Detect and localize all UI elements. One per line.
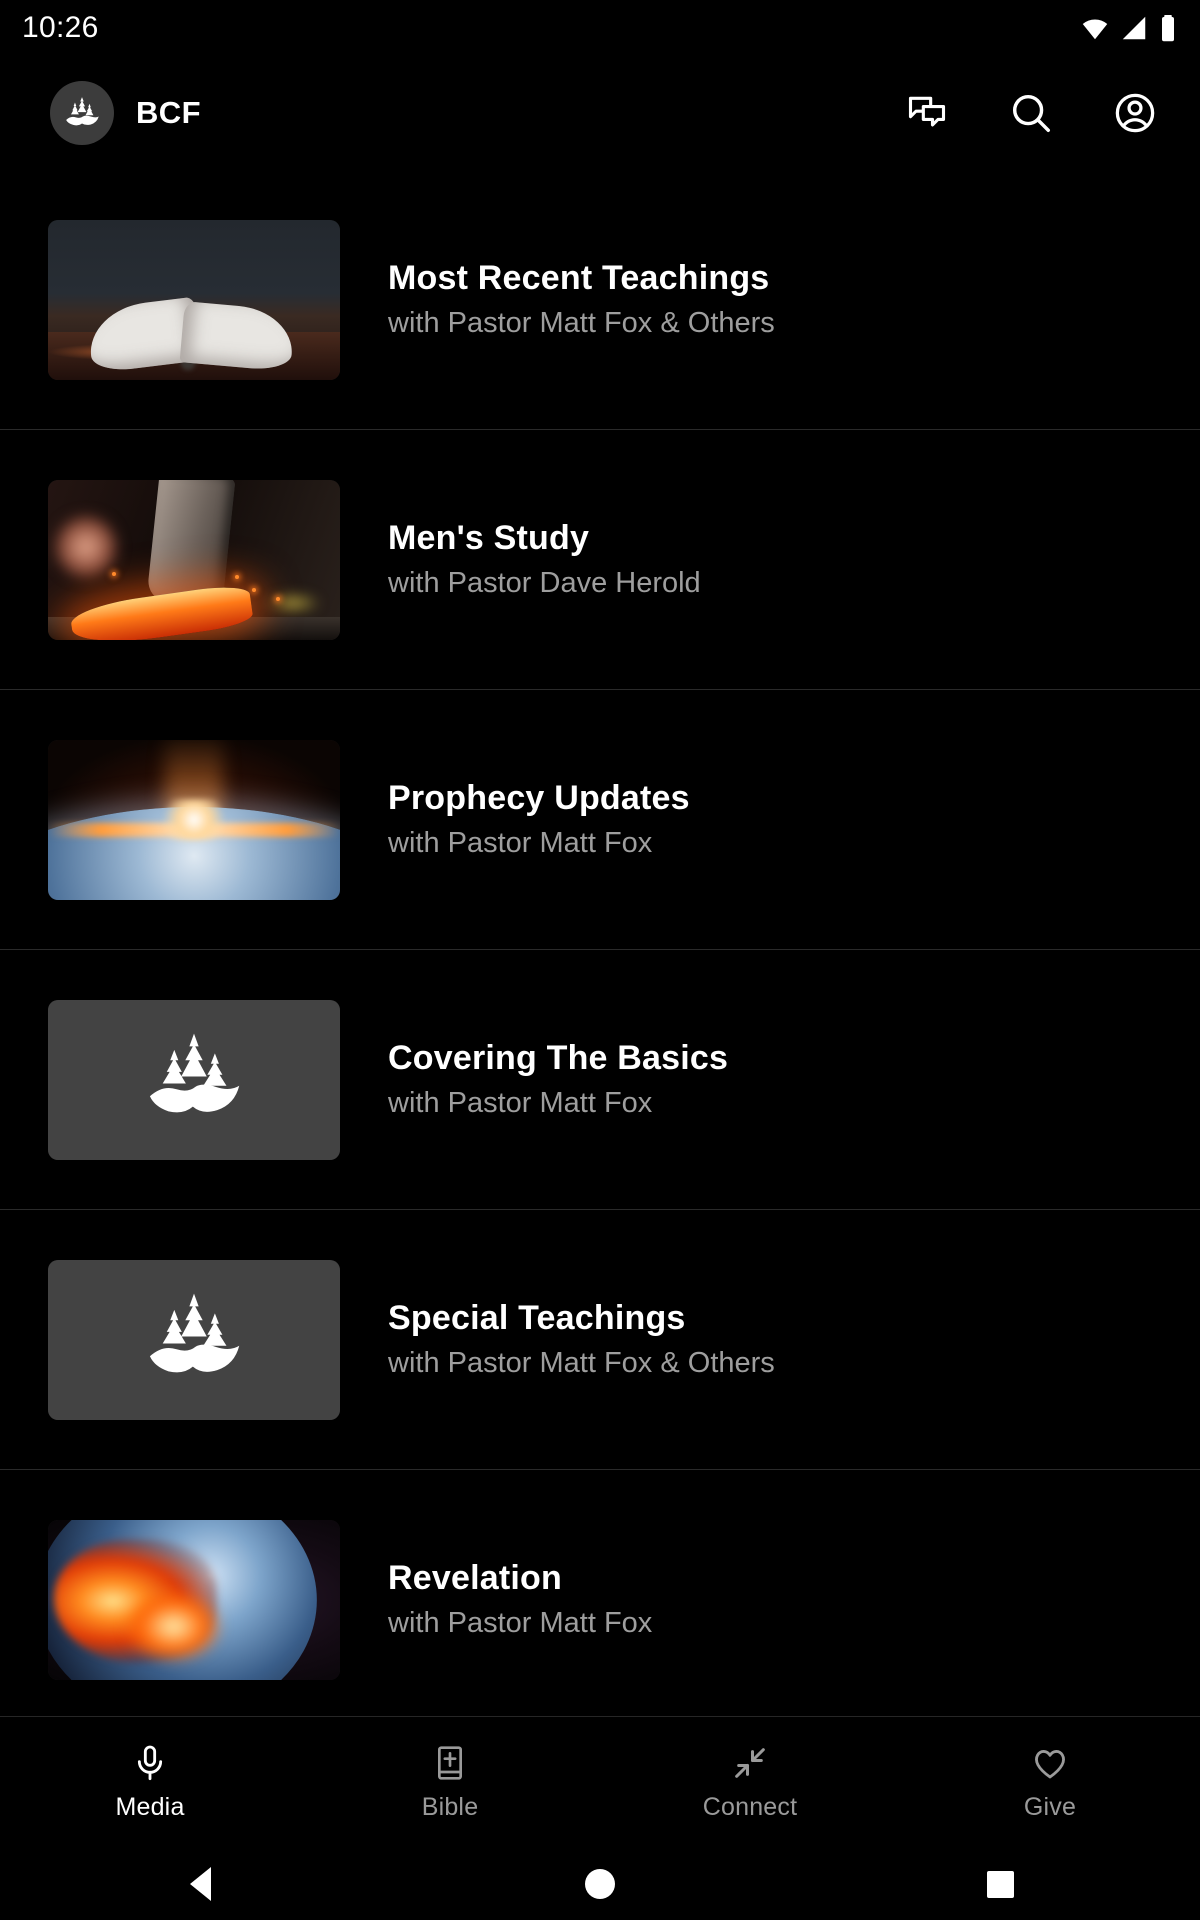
list-item-subtitle: with Pastor Matt Fox	[388, 826, 653, 859]
list-item[interactable]: Special Teachings with Pastor Matt Fox &…	[0, 1210, 1200, 1470]
home-circle-icon[interactable]	[540, 1848, 660, 1920]
messages-icon[interactable]	[896, 82, 958, 144]
nav-tab-label: Connect	[702, 1793, 798, 1821]
nav-tab-give[interactable]: Give	[900, 1743, 1200, 1822]
list-item-text: Men's Study with Pastor Dave Herold	[388, 519, 701, 600]
list-item[interactable]: Men's Study with Pastor Dave Herold	[0, 430, 1200, 690]
status-icons	[1080, 13, 1178, 43]
list-item-text: Covering The Basics with Pastor Matt Fox	[388, 1039, 728, 1120]
bcf-pine-trees-logo-icon	[66, 97, 99, 126]
blacksmith-forge-art	[48, 479, 340, 640]
bible-book-icon	[437, 1746, 463, 1780]
nav-tab-label: Media	[115, 1793, 185, 1821]
app-root: 10:26 BCF Most Recent Teachings with Pas…	[0, 0, 1200, 1920]
list-item-title: Men's Study	[388, 518, 590, 557]
list-item-text: Revelation with Pastor Matt Fox	[388, 1559, 652, 1640]
system-navigation-bar	[0, 1848, 1200, 1920]
nav-tab-media[interactable]: Media	[0, 1743, 300, 1822]
list-item-title: Revelation	[388, 1558, 562, 1597]
list-item-text: Special Teachings with Pastor Matt Fox &…	[388, 1299, 775, 1380]
bcf-pine-trees-logo-icon	[149, 1293, 240, 1372]
brand[interactable]: BCF	[50, 81, 201, 145]
nav-tab-connect[interactable]: Connect	[600, 1743, 900, 1822]
connect-arrows-icon	[735, 1748, 765, 1778]
list-item-text: Prophecy Updates with Pastor Matt Fox	[388, 779, 690, 860]
bcf-logo-thumbnail	[48, 1259, 340, 1420]
battery-icon	[1162, 15, 1174, 42]
list-item-title: Special Teachings	[388, 1298, 686, 1337]
list-item[interactable]: Revelation with Pastor Matt Fox	[0, 1470, 1200, 1706]
list-item-subtitle: with Pastor Matt Fox	[388, 1606, 653, 1639]
search-icon[interactable]	[1000, 82, 1062, 144]
list-item-thumbnail	[48, 219, 340, 380]
account-icon[interactable]	[1104, 82, 1166, 144]
list-item-thumbnail	[48, 999, 340, 1160]
app-bar-actions	[896, 82, 1166, 144]
status-bar: 10:26	[0, 0, 1200, 56]
back-triangle-icon[interactable]	[140, 1848, 260, 1920]
list-item[interactable]: Prophecy Updates with Pastor Matt Fox	[0, 690, 1200, 950]
recents-square-icon[interactable]	[940, 1848, 1060, 1920]
list-item-thumbnail	[48, 1519, 340, 1680]
nav-tab-label: Bible	[421, 1793, 479, 1821]
bcf-logo-thumbnail	[48, 999, 340, 1160]
app-bar: BCF	[0, 56, 1200, 170]
bottom-navigation: Media Bible Connect Give	[0, 1716, 1200, 1848]
list-item-subtitle: with Pastor Matt Fox & Others	[388, 1346, 775, 1379]
list-item-thumbnail	[48, 479, 340, 640]
sunrise-over-earth-art	[48, 739, 340, 900]
heart-icon	[1035, 1750, 1065, 1779]
brand-title: BCF	[136, 95, 201, 130]
open-bible-book-art	[48, 219, 340, 380]
bcf-pine-trees-logo-icon	[149, 1033, 240, 1112]
cellular-signal-icon	[1122, 16, 1146, 40]
wifi-icon	[1082, 19, 1108, 40]
media-list[interactable]: Most Recent Teachings with Pastor Matt F…	[0, 170, 1200, 1706]
list-item[interactable]: Most Recent Teachings with Pastor Matt F…	[0, 170, 1200, 430]
microphone-icon	[137, 1745, 163, 1781]
list-item[interactable]: Covering The Basics with Pastor Matt Fox	[0, 950, 1200, 1210]
list-item-title: Most Recent Teachings	[388, 258, 770, 297]
nav-tab-bible[interactable]: Bible	[300, 1743, 600, 1822]
list-item-subtitle: with Pastor Matt Fox	[388, 1086, 653, 1119]
list-item-thumbnail	[48, 739, 340, 900]
list-item-title: Prophecy Updates	[388, 778, 690, 817]
list-item-subtitle: with Pastor Dave Herold	[388, 566, 701, 599]
list-item-thumbnail	[48, 1259, 340, 1420]
status-time: 10:26	[22, 11, 99, 44]
list-item-text: Most Recent Teachings with Pastor Matt F…	[388, 259, 775, 340]
fiery-earth-art	[48, 1519, 340, 1680]
list-item-subtitle: with Pastor Matt Fox & Others	[388, 306, 775, 339]
list-item-title: Covering The Basics	[388, 1038, 729, 1077]
brand-avatar[interactable]	[50, 81, 114, 145]
nav-tab-label: Give	[1023, 1793, 1077, 1821]
